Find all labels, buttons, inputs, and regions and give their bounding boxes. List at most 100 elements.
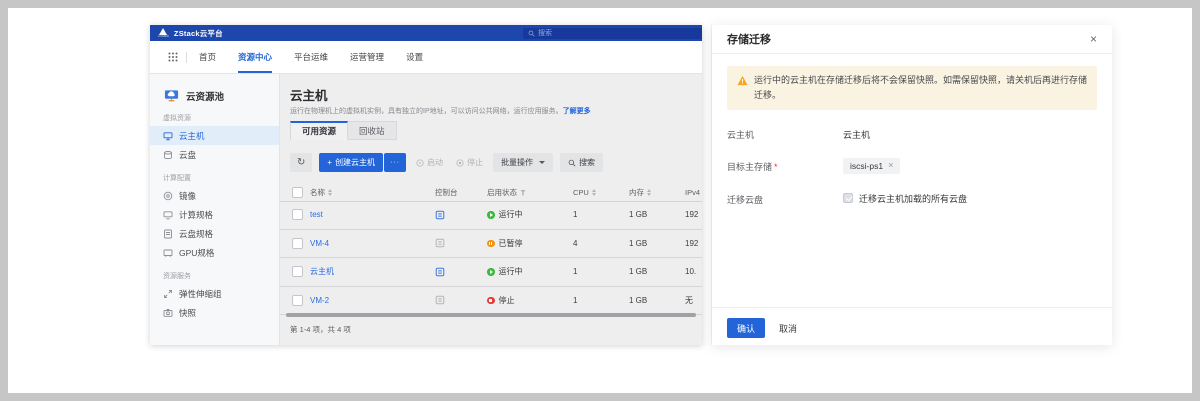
console-icon[interactable] (435, 295, 487, 305)
dialog-title: 存储迁移 (727, 31, 771, 47)
row-checkbox[interactable] (292, 295, 303, 306)
warning-icon (737, 75, 748, 86)
sidebar-item-snapshot[interactable]: 快照 (150, 303, 279, 322)
filter-icon[interactable] (520, 190, 526, 196)
row-checkbox[interactable] (292, 238, 303, 249)
target-storage-tag[interactable]: iscsi-ps1 × (843, 158, 900, 174)
memory-cell: 1 GB (629, 210, 685, 219)
confirm-button[interactable]: 确认 (727, 318, 765, 338)
cpu-cell: 1 (573, 210, 629, 219)
table-row[interactable]: 云主机运行中11 GB10. (280, 258, 702, 287)
ip-cell: 192 (685, 239, 702, 248)
ip-cell: 10. (685, 267, 702, 276)
select-all-checkbox[interactable] (292, 187, 303, 198)
nav-item-resource-center[interactable]: 资源中心 (238, 41, 272, 73)
column-header-label: 启用状态 (487, 187, 517, 198)
status-dot-icon (487, 211, 495, 219)
row-checkbox[interactable] (292, 209, 303, 220)
apps-grid-icon[interactable] (168, 52, 178, 62)
status-label: 停止 (499, 295, 515, 306)
batch-actions-button[interactable]: 批量操作 (493, 153, 553, 172)
close-icon[interactable]: × (1090, 33, 1097, 45)
sidebar-item-image[interactable]: 镜像 (150, 186, 279, 205)
column-header-ip: IPv4 (685, 188, 702, 197)
nav-item-settings[interactable]: 设置 (406, 41, 423, 73)
vm-icon (163, 131, 173, 141)
refresh-button[interactable]: ↻ (290, 153, 312, 172)
console-icon[interactable] (435, 267, 487, 277)
target-storage-field-row: 目标主存储* iscsi-ps1 × (727, 158, 1097, 174)
table-search-button[interactable]: 搜索 (560, 153, 603, 172)
migrate-volumes-checkbox[interactable] (843, 193, 853, 203)
sidebar-item-vm[interactable]: 云主机 (150, 126, 279, 145)
app-body: 云资源池 虚拟资源云主机云盘计算配置镜像计算规格云盘规格GPU规格资源服务弹性伸… (150, 74, 702, 345)
sidebar-item-label: 云主机 (179, 130, 205, 142)
column-header-console: 控制台 (435, 187, 487, 198)
table-row[interactable]: VM-2停止11 GB无 (280, 287, 702, 316)
sidebar-item-volume[interactable]: 云盘 (150, 145, 279, 164)
table-row[interactable]: test运行中11 GB192 (280, 201, 702, 230)
scaling-icon (163, 289, 173, 299)
tab-recycle-bin[interactable]: 回收站 (348, 121, 397, 140)
sort-icon[interactable] (328, 189, 332, 196)
status-glyph (490, 270, 493, 274)
column-header-name[interactable]: 名称 (310, 187, 435, 198)
nav-item-platform-ops[interactable]: 平台运维 (294, 41, 328, 73)
ip-cell: 无 (685, 295, 702, 306)
sidebar-item-label: 镜像 (179, 190, 196, 202)
status-glyph (489, 242, 492, 246)
memory-cell: 1 GB (629, 267, 685, 276)
sort-icon[interactable] (647, 189, 651, 196)
column-header-status[interactable]: 启用状态 (487, 187, 573, 198)
create-vm-button[interactable]: + 创建云主机 (319, 153, 383, 172)
vm-name-link[interactable]: 云主机 (310, 266, 435, 277)
console-icon[interactable] (435, 238, 487, 248)
vm-name-link[interactable]: VM-2 (310, 296, 435, 305)
learn-more-link[interactable]: 了解更多 (563, 108, 591, 115)
snapshot-icon (163, 308, 173, 318)
search-placeholder: 搜索 (538, 28, 552, 38)
horizontal-scrollbar[interactable] (286, 313, 696, 317)
sidebar-item-autoscaling-group[interactable]: 弹性伸缩组 (150, 284, 279, 303)
storage-migration-dialog: 存储迁移 × 运行中的云主机在存储迁移后将不会保留快照。如需保留快照，请关机后再… (712, 25, 1112, 345)
volume-offering-icon (163, 229, 173, 239)
start-button[interactable]: 启动 (413, 153, 446, 172)
vm-name-link[interactable]: test (310, 210, 435, 219)
nav-item-home[interactable]: 首页 (199, 41, 216, 73)
pagination-summary: 第 1-4 项，共 4 项 (290, 324, 351, 335)
cloud-resource-pool-header: 云资源池 (150, 88, 279, 103)
image-icon (163, 191, 173, 201)
tab-available[interactable]: 可用资源 (290, 121, 348, 140)
more-actions-button[interactable]: ··· (384, 153, 406, 172)
table-row[interactable]: VM-4已暂停41 GB192 (280, 230, 702, 259)
cancel-button[interactable]: 取消 (779, 322, 797, 335)
table-toolbar: ↻ + 创建云主机 ··· 启动 (290, 153, 603, 172)
sort-icon[interactable] (592, 189, 596, 196)
cloud-pool-icon (163, 88, 180, 103)
footer-divider (712, 307, 1112, 308)
sidebar-item-gpu-offering[interactable]: GPU规格 (150, 243, 279, 262)
global-search-input[interactable]: 搜索 (523, 28, 702, 39)
remove-tag-icon[interactable]: × (888, 161, 893, 170)
zstack-logo-icon: ZStack (158, 28, 169, 38)
sidebar-item-volume-offering[interactable]: 云盘规格 (150, 224, 279, 243)
memory-cell: 1 GB (629, 239, 685, 248)
column-header-mem[interactable]: 内存 (629, 187, 685, 198)
stop-button[interactable]: 停止 (453, 153, 486, 172)
dialog-form: 云主机 云主机 目标主存储* iscsi-ps1 × 迁移云盘 迁移云主机加载的… (727, 126, 1097, 206)
dialog-header: 存储迁移 × (712, 25, 1112, 54)
sidebar-item-instance-offering[interactable]: 计算规格 (150, 205, 279, 224)
resource-tabs: 可用资源回收站 (290, 121, 397, 140)
volume-icon (163, 150, 173, 160)
nav-item-operations[interactable]: 运营管理 (350, 41, 384, 73)
top-header-bar: ZStack ZStack云平台 搜索 (150, 25, 702, 41)
console-icon[interactable] (435, 210, 487, 220)
vm-name-link[interactable]: VM-4 (310, 239, 435, 248)
brand-title: ZStack云平台 (174, 28, 223, 39)
chevron-down-icon (539, 161, 545, 164)
column-header-cpu[interactable]: CPU (573, 188, 629, 197)
play-circle-icon (416, 159, 424, 167)
table-header: 名称控制台启用状态 CPU内存IPv4 (280, 184, 702, 202)
row-checkbox[interactable] (292, 266, 303, 277)
canvas: ZStack ZStack云平台 搜索 首页资源中心平台运维运营管理设置 (0, 0, 1200, 401)
